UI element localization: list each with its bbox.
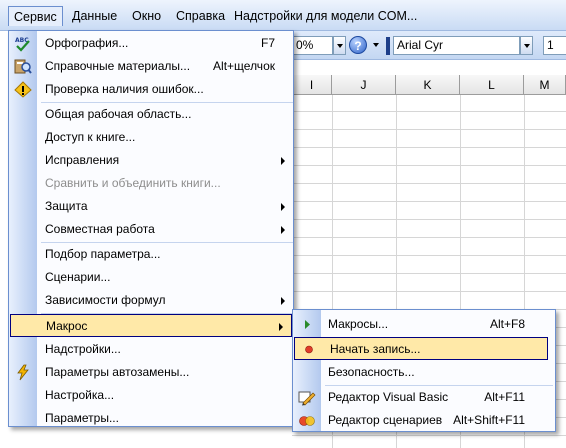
menu-item-label: Зависимости формул bbox=[45, 293, 166, 307]
menu-item-options[interactable]: Параметры... bbox=[9, 407, 293, 430]
shortcut-label: F7 bbox=[260, 36, 275, 50]
run-macro-icon bbox=[298, 316, 316, 333]
font-size-field[interactable]: 1 bbox=[543, 36, 566, 55]
menu-item-label: Орфография... bbox=[45, 36, 129, 50]
shortcut-label: Alt+Shift+F11 bbox=[453, 413, 525, 427]
menu-item-label: Справочные материалы... bbox=[45, 59, 191, 73]
vb-editor-icon bbox=[298, 389, 316, 406]
menu-item-shared-workspace[interactable]: Общая рабочая область... bbox=[9, 103, 293, 126]
menu-item-label: Параметры... bbox=[45, 411, 119, 425]
spelling-icon: ABC bbox=[14, 35, 32, 52]
research-icon bbox=[14, 58, 32, 75]
help-dropdown-chevron-icon[interactable] bbox=[370, 36, 383, 55]
menu-item-research[interactable]: Справочные материалы... Alt+щелчок bbox=[9, 55, 293, 78]
menu-item-label: Редактор сценариев bbox=[328, 413, 443, 427]
submenu-arrow-icon bbox=[281, 203, 285, 211]
menu-item-label: Макросы... bbox=[328, 317, 389, 331]
menu-com-addins[interactable]: Надстройки для модели COM... bbox=[230, 6, 421, 26]
menu-item-label: Подбор параметра... bbox=[45, 247, 161, 261]
zoom-dropdown-button[interactable] bbox=[333, 36, 346, 55]
toolbar-grip[interactable] bbox=[386, 37, 390, 55]
menu-item-macro[interactable]: Макрос bbox=[10, 314, 292, 337]
menu-help[interactable]: Справка bbox=[172, 6, 229, 26]
script-editor-icon bbox=[298, 412, 316, 429]
help-icon[interactable]: ? bbox=[349, 36, 367, 54]
menu-bar: Сервис Данные Окно Справка Надстройки дл… bbox=[0, 0, 566, 31]
menu-item-label: Параметры автозамены... bbox=[45, 365, 190, 379]
column-header-i[interactable]: I bbox=[292, 75, 332, 95]
submenu-item-record-macro[interactable]: Начать запись... bbox=[294, 337, 548, 360]
menu-item-autocorrect[interactable]: Параметры автозамены... bbox=[9, 361, 293, 384]
shortcut-label: Alt+щелчок bbox=[213, 59, 275, 73]
menu-item-spelling[interactable]: ABC Орфография... F7 bbox=[9, 32, 293, 55]
menu-item-formula-auditing[interactable]: Зависимости формул bbox=[9, 289, 293, 312]
zoom-field[interactable]: 0% bbox=[292, 36, 333, 55]
menu-item-label: Надстройки... bbox=[45, 342, 121, 356]
menu-item-label: Совместная работа bbox=[45, 222, 155, 236]
menu-item-share-workbook[interactable]: Доступ к книге... bbox=[9, 126, 293, 149]
font-name-dropdown-button[interactable] bbox=[520, 36, 533, 55]
macro-submenu: Макросы... Alt+F8 Начать запись... Безоп… bbox=[292, 309, 556, 432]
submenu-arrow-icon bbox=[281, 157, 285, 165]
submenu-item-macros[interactable]: Макросы... Alt+F8 bbox=[293, 313, 555, 336]
menu-service[interactable]: Сервис bbox=[8, 6, 63, 26]
menu-item-error-check[interactable]: Проверка наличия ошибок... bbox=[9, 78, 293, 101]
menu-item-goal-seek[interactable]: Подбор параметра... bbox=[9, 243, 293, 266]
shortcut-label: Alt+F8 bbox=[489, 317, 525, 331]
menu-item-label: Защита bbox=[45, 199, 88, 213]
menu-item-collaboration[interactable]: Совместная работа bbox=[9, 218, 293, 241]
submenu-item-script-editor[interactable]: Редактор сценариев Alt+Shift+F11 bbox=[293, 409, 555, 432]
menu-item-label: Настройка... bbox=[45, 388, 115, 402]
submenu-arrow-icon bbox=[281, 297, 285, 305]
column-header-l[interactable]: L bbox=[460, 75, 524, 95]
menu-item-label: Безопасность... bbox=[328, 365, 415, 379]
shortcut-label: Alt+F11 bbox=[484, 390, 525, 404]
menu-item-addins[interactable]: Надстройки... bbox=[9, 338, 293, 361]
menu-item-label: Сравнить и объединить книги... bbox=[45, 176, 221, 190]
column-header-j[interactable]: J bbox=[332, 75, 396, 95]
menu-item-label: Сценарии... bbox=[45, 270, 111, 284]
submenu-item-security[interactable]: Безопасность... bbox=[293, 361, 555, 384]
menu-item-scenarios[interactable]: Сценарии... bbox=[9, 266, 293, 289]
menu-item-label: Редактор Visual Basic bbox=[328, 390, 449, 404]
formatting-toolbar: 0% ? Arial Cyr 1 bbox=[292, 31, 566, 60]
menu-item-compare-merge: Сравнить и объединить книги... bbox=[9, 172, 293, 195]
submenu-arrow-icon bbox=[281, 226, 285, 234]
submenu-item-vb-editor[interactable]: Редактор Visual Basic Alt+F11 bbox=[293, 386, 555, 409]
column-headers: I J K L M bbox=[292, 75, 566, 95]
menu-item-label: Доступ к книге... bbox=[45, 130, 136, 144]
menu-item-protection[interactable]: Защита bbox=[9, 195, 293, 218]
column-header-m[interactable]: M bbox=[524, 75, 566, 95]
menu-window[interactable]: Окно bbox=[128, 6, 165, 26]
menu-item-track-changes[interactable]: Исправления bbox=[9, 149, 293, 172]
font-name-field[interactable]: Arial Cyr bbox=[393, 36, 520, 55]
menu-item-label: Начать запись... bbox=[330, 342, 421, 356]
menu-item-label: Исправления bbox=[45, 153, 120, 167]
menu-item-label: Макрос bbox=[46, 319, 88, 333]
menu-item-label: Общая рабочая область... bbox=[45, 107, 192, 121]
menu-item-customize[interactable]: Настройка... bbox=[9, 384, 293, 407]
menu-data[interactable]: Данные bbox=[68, 6, 121, 26]
column-header-k[interactable]: K bbox=[396, 75, 460, 95]
submenu-arrow-icon bbox=[279, 323, 283, 331]
error-check-icon bbox=[14, 81, 32, 98]
service-menu: ABC Орфография... F7 Справочные материал… bbox=[8, 30, 294, 427]
menu-item-label: Проверка наличия ошибок... bbox=[45, 82, 204, 96]
record-icon bbox=[300, 341, 318, 358]
autocorrect-icon bbox=[14, 364, 32, 381]
